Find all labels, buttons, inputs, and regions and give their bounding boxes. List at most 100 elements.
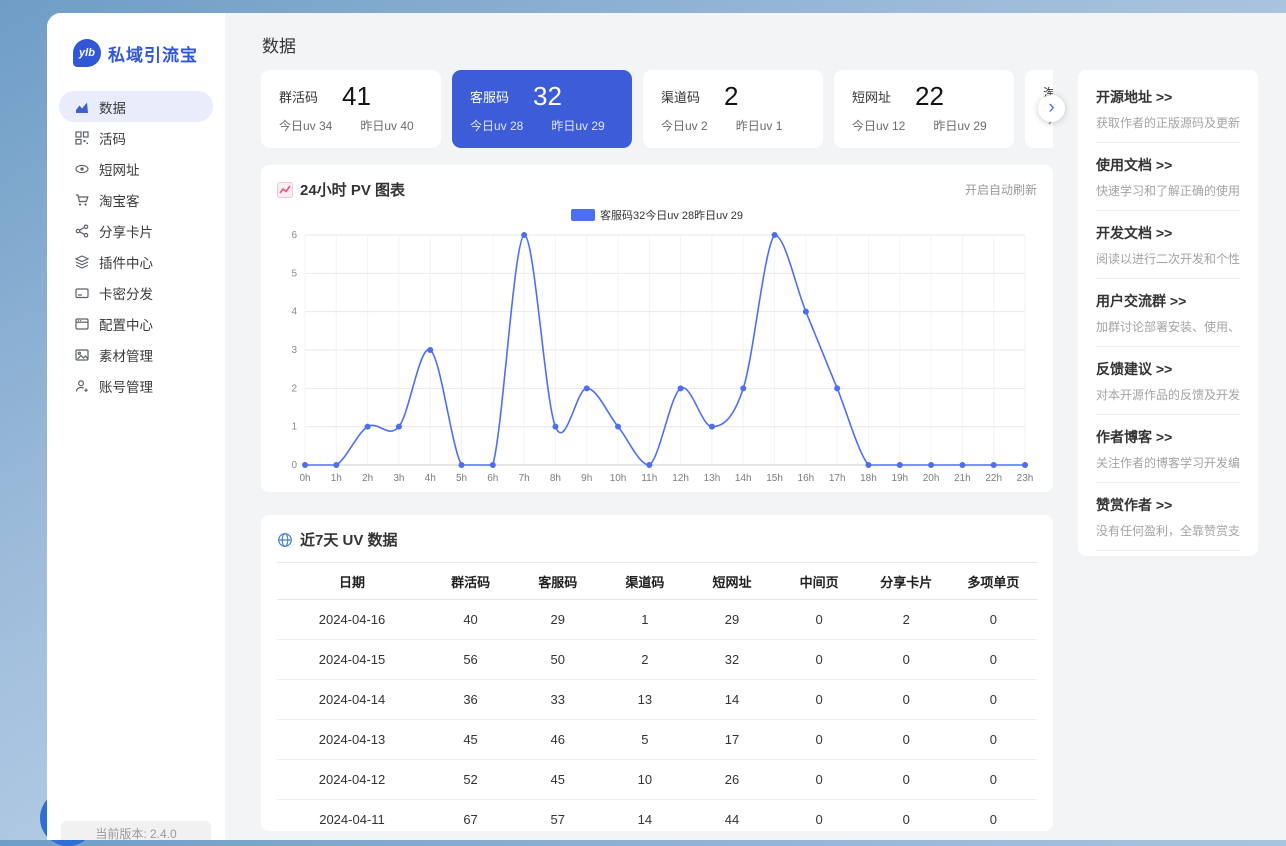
svg-text:5: 5 xyxy=(291,268,297,279)
table-cell: 0 xyxy=(776,760,863,800)
table-cell: 40 xyxy=(427,600,514,640)
sidebar-item-9[interactable]: 素材管理 xyxy=(59,339,213,370)
table-cell: 0 xyxy=(950,720,1037,760)
help-link-desc: 快速学习和了解正确的使用姿... xyxy=(1096,182,1240,199)
svg-text:19h: 19h xyxy=(891,473,908,484)
svg-text:20h: 20h xyxy=(923,473,940,484)
table-cell: 0 xyxy=(776,640,863,680)
stat-card-yesterday-uv: 昨日uv 29 xyxy=(933,117,986,134)
table-cell: 29 xyxy=(688,600,775,640)
uv-table-card: 近7天 UV 数据 日期群活码客服码渠道码短网址中间页分享卡片多项单页 2024… xyxy=(261,515,1053,831)
auto-refresh-link[interactable]: 开启自动刷新 xyxy=(965,181,1037,198)
sidebar-item-label: 配置中心 xyxy=(99,314,153,334)
sidebar-item-7[interactable]: 卡密分发 xyxy=(59,277,213,308)
line-chart-icon xyxy=(277,182,293,198)
help-link-5[interactable]: 反馈建议 >> 对本开源作品的反馈及开发建... xyxy=(1096,347,1240,415)
plugin-icon xyxy=(75,255,89,269)
cart-icon xyxy=(75,193,89,207)
app-logo: ylb 私域引流宝 xyxy=(47,13,225,67)
help-link-title: 反馈建议 >> xyxy=(1096,359,1240,379)
stat-card-today-uv: 今日uv 12 xyxy=(852,117,905,134)
table-cell: 0 xyxy=(863,680,950,720)
svg-text:21h: 21h xyxy=(954,473,971,484)
help-link-title: 作者博客 >> xyxy=(1096,427,1240,447)
svg-text:16h: 16h xyxy=(798,473,815,484)
help-link-desc: 获取作者的正版源码及更新动... xyxy=(1096,114,1240,131)
data-chart-icon xyxy=(75,100,89,114)
sidebar-item-label: 数据 xyxy=(99,97,126,117)
table-cell: 29 xyxy=(514,600,601,640)
sidebar-item-label: 活码 xyxy=(99,128,126,148)
stat-cards-row: 群活码41今日uv 34昨日uv 40客服码32今日uv 28昨日uv 29渠道… xyxy=(261,70,1053,148)
table-cell: 0 xyxy=(950,640,1037,680)
stat-card-label: 群活码 xyxy=(279,87,318,106)
pv-chart-card: 24小时 PV 图表 开启自动刷新 客服码32今日uv 28昨日uv 29 01… xyxy=(261,165,1053,492)
sidebar-item-3[interactable]: 短网址 xyxy=(59,153,213,184)
help-link-title: 赞赏作者 >> xyxy=(1096,495,1240,515)
uv-data-table: 日期群活码客服码渠道码短网址中间页分享卡片多项单页 2024-04-164029… xyxy=(277,562,1037,831)
stat-card-yesterday-uv: 昨日uv 40 xyxy=(360,117,413,134)
help-link-7[interactable]: 赞赏作者 >>没有任何盈利，全靠赞赏支持... xyxy=(1096,483,1240,551)
table-cell: 2 xyxy=(863,600,950,640)
table-cell: 45 xyxy=(514,760,601,800)
svg-text:10h: 10h xyxy=(610,473,627,484)
stat-card-1[interactable]: 群活码41今日uv 34昨日uv 40 xyxy=(261,70,441,148)
svg-text:2h: 2h xyxy=(362,473,373,484)
help-link-desc: 对本开源作品的反馈及开发建... xyxy=(1096,386,1240,403)
stat-card-label: 渠道码 xyxy=(661,87,700,106)
sidebar-item-4[interactable]: 淘宝客 xyxy=(59,184,213,215)
sidebar-menu: 数据活码短网址淘宝客分享卡片插件中心卡密分发配置中心素材管理账号管理 xyxy=(47,91,225,401)
share-icon xyxy=(75,224,89,238)
table-cell: 67 xyxy=(427,800,514,832)
help-link-2[interactable]: 使用文档 >> 快速学习和了解正确的使用姿... xyxy=(1096,143,1240,211)
card-icon xyxy=(75,286,89,300)
legend-label: 客服码32今日uv 28昨日uv 29 xyxy=(600,207,743,223)
version-label: 当前版本: 2.4.0 xyxy=(61,821,211,840)
table-header-2: 群活码 xyxy=(427,563,514,600)
chart-legend[interactable]: 客服码32今日uv 28昨日uv 29 xyxy=(277,207,1037,223)
table-cell: 57 xyxy=(514,800,601,832)
help-link-title: 使用文档 >> xyxy=(1096,155,1240,175)
help-link-6[interactable]: 作者博客 >> 关注作者的博客学习开发编程... xyxy=(1096,415,1240,483)
table-cell: 0 xyxy=(863,720,950,760)
stat-card-today-uv: 今日uv 2 xyxy=(661,117,708,134)
table-row: 2024-04-1436331314000 xyxy=(277,680,1037,720)
table-cell: 13 xyxy=(601,680,688,720)
stat-card-value: 41 xyxy=(342,83,371,109)
sidebar-item-5[interactable]: 分享卡片 xyxy=(59,215,213,246)
uv-table-title: 近7天 UV 数据 xyxy=(300,529,398,550)
table-cell: 0 xyxy=(776,680,863,720)
table-row: 2024-04-1252451026000 xyxy=(277,760,1037,800)
svg-text:8h: 8h xyxy=(550,473,561,484)
sidebar-item-1[interactable]: 数据 xyxy=(59,91,213,122)
table-header-8: 多项单页 xyxy=(950,563,1037,600)
table-cell: 32 xyxy=(688,640,775,680)
help-link-4[interactable]: 用户交流群 >>加群讨论部署安装、使用、开... xyxy=(1096,279,1240,347)
table-cell: 2 xyxy=(601,640,688,680)
sidebar-item-8[interactable]: 配置中心 xyxy=(59,308,213,339)
table-cell: 2024-04-16 xyxy=(277,600,427,640)
table-cell: 46 xyxy=(514,720,601,760)
table-header-3: 客服码 xyxy=(514,563,601,600)
stat-card-4[interactable]: 短网址22今日uv 12昨日uv 29 xyxy=(834,70,1014,148)
help-link-desc: 关注作者的博客学习开发编程... xyxy=(1096,454,1240,471)
sidebar-item-2[interactable]: 活码 xyxy=(59,122,213,153)
table-cell: 0 xyxy=(776,720,863,760)
svg-text:13h: 13h xyxy=(704,473,721,484)
sidebar-item-6[interactable]: 插件中心 xyxy=(59,246,213,277)
account-icon xyxy=(75,379,89,393)
table-cell: 0 xyxy=(950,680,1037,720)
table-cell: 0 xyxy=(863,760,950,800)
svg-text:3h: 3h xyxy=(393,473,404,484)
help-link-3[interactable]: 开发文档 >>阅读以进行二次开发和个性化... xyxy=(1096,211,1240,279)
table-cell: 36 xyxy=(427,680,514,720)
table-header-6: 中间页 xyxy=(776,563,863,600)
help-link-1[interactable]: 开源地址 >>获取作者的正版源码及更新动... xyxy=(1096,75,1240,143)
stat-card-2[interactable]: 客服码32今日uv 28昨日uv 29 xyxy=(452,70,632,148)
sidebar-item-10[interactable]: 账号管理 xyxy=(59,370,213,401)
cards-next-chevron-icon[interactable]: › xyxy=(1038,95,1065,122)
svg-text:0h: 0h xyxy=(299,473,310,484)
svg-text:1h: 1h xyxy=(331,473,342,484)
table-cell: 2024-04-13 xyxy=(277,720,427,760)
stat-card-3[interactable]: 渠道码2今日uv 2昨日uv 1 xyxy=(643,70,823,148)
